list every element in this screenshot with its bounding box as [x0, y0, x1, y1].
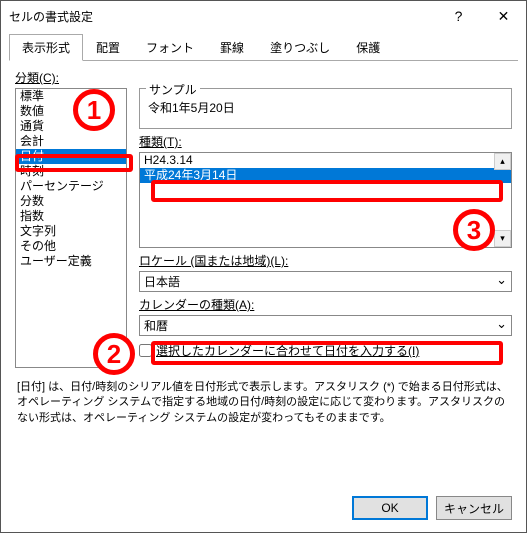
locale-select[interactable]: 日本語 [139, 271, 512, 292]
category-item[interactable]: 時刻 [16, 164, 126, 179]
category-item[interactable]: 数値 [16, 104, 126, 119]
category-item-date[interactable]: 日付 [16, 149, 126, 164]
description-text: [日付] は、日付/時刻のシリアル値を日付形式で表示します。アスタリスク (*)… [17, 380, 510, 426]
category-item[interactable]: 会計 [16, 134, 126, 149]
cancel-button[interactable]: キャンセル [436, 496, 512, 520]
tab-alignment[interactable]: 配置 [83, 34, 133, 61]
scroll-up-icon[interactable]: ▴ [494, 153, 511, 170]
tab-border[interactable]: 罫線 [207, 34, 257, 61]
calendar-select[interactable]: 和暦 [139, 315, 512, 336]
help-icon[interactable]: ? [436, 1, 481, 31]
type-label: 種類(T): [139, 133, 512, 150]
locale-label: ロケール (国または地域)(L): [139, 252, 512, 269]
category-item[interactable]: 文字列 [16, 224, 126, 239]
category-item[interactable]: 分数 [16, 194, 126, 209]
tab-protection[interactable]: 保護 [343, 34, 393, 61]
window-title: セルの書式設定 [9, 8, 93, 25]
category-item[interactable]: 通貨 [16, 119, 126, 134]
category-item[interactable]: 指数 [16, 209, 126, 224]
calendar-input-checkbox[interactable] [139, 344, 152, 357]
category-label: 分類(C): [15, 69, 512, 86]
tab-fill[interactable]: 塗りつぶし [257, 34, 343, 61]
type-list[interactable]: H24.3.14 平成24年3月14日 ▴ ▾ [139, 152, 512, 248]
type-item-selected[interactable]: 平成24年3月14日 [140, 168, 511, 183]
category-item[interactable]: 標準 [16, 89, 126, 104]
scroll-down-icon[interactable]: ▾ [494, 230, 511, 247]
tab-format[interactable]: 表示形式 [9, 34, 83, 61]
tab-bar: 表示形式 配置 フォント 罫線 塗りつぶし 保護 [9, 33, 518, 61]
category-list[interactable]: 標準 数値 通貨 会計 日付 時刻 パーセンテージ 分数 指数 文字列 その他 … [15, 88, 127, 368]
sample-box: サンプル 令和1年5月20日 [139, 88, 512, 129]
type-item[interactable]: H24.3.14 [140, 153, 511, 168]
calendar-checkbox-label: 選択したカレンダーに合わせて日付を入力する(I) [156, 342, 419, 359]
sample-value: 令和1年5月20日 [148, 101, 235, 115]
category-item[interactable]: パーセンテージ [16, 179, 126, 194]
calendar-label: カレンダーの種類(A): [139, 296, 512, 313]
category-item[interactable]: その他 [16, 239, 126, 254]
tab-font[interactable]: フォント [133, 34, 207, 61]
category-item[interactable]: ユーザー定義 [16, 254, 126, 269]
ok-button[interactable]: OK [352, 496, 428, 520]
close-icon[interactable]: ✕ [481, 1, 526, 31]
sample-title: サンプル [146, 81, 200, 98]
